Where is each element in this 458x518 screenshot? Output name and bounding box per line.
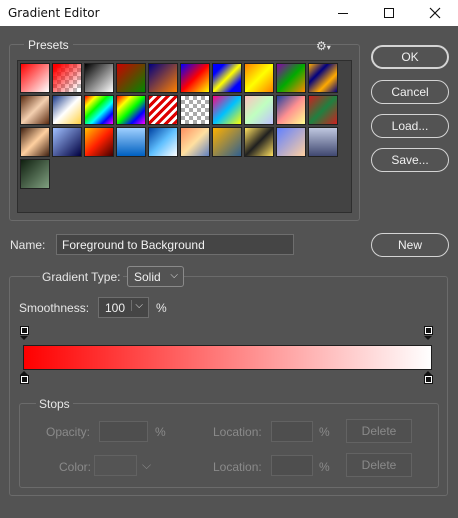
preset-swatch[interactable] — [244, 127, 274, 157]
smoothness-value: 100 — [105, 301, 126, 315]
opacity-stop-swatch — [22, 328, 27, 333]
preset-swatch[interactable] — [308, 95, 338, 125]
opacity-stop-pointer — [20, 336, 28, 340]
chevron-down-icon[interactable]: ⌵ — [142, 458, 151, 473]
gradient-preview-bar[interactable] — [23, 345, 432, 370]
preset-swatch[interactable] — [20, 159, 50, 189]
preset-swatch[interactable] — [84, 127, 114, 157]
smoothness-label: Smoothness: — [19, 301, 90, 315]
new-button[interactable]: New — [371, 233, 449, 257]
opacity-stop-swatch — [426, 328, 431, 333]
color-label: Color: — [59, 460, 92, 474]
gradient-type-select[interactable]: Solid ⌵ — [127, 266, 184, 287]
opacity-unit: % — [155, 425, 166, 439]
preset-swatch[interactable] — [20, 63, 50, 93]
preset-swatch[interactable] — [276, 63, 306, 93]
opacity-stop-right[interactable] — [424, 326, 433, 335]
color-location-input[interactable] — [271, 455, 313, 476]
maximize-button[interactable] — [366, 0, 412, 26]
opacity-location-input[interactable] — [271, 421, 313, 442]
presets-label: Presets — [24, 38, 73, 52]
ok-button[interactable]: OK — [371, 45, 449, 69]
preset-swatch[interactable] — [244, 95, 274, 125]
opacity-stop-pointer — [424, 336, 432, 340]
gradient-type-label: Gradient Type: — [40, 270, 123, 284]
opacity-label: Opacity: — [46, 425, 91, 439]
preset-swatch[interactable] — [308, 127, 338, 157]
preset-swatch[interactable] — [116, 63, 146, 93]
color-stop-swatch — [426, 377, 431, 382]
minimize-icon — [338, 12, 348, 14]
opacity-input[interactable] — [99, 421, 148, 442]
smoothness-input[interactable]: 100 ⌵ — [98, 297, 149, 318]
preset-swatch[interactable] — [244, 63, 274, 93]
chevron-down-icon[interactable]: ⌵ — [131, 300, 143, 311]
title-bar: Gradient Editor — [0, 0, 458, 26]
preset-swatch[interactable] — [180, 63, 210, 93]
smoothness-unit: % — [156, 301, 167, 315]
preset-swatch[interactable] — [180, 127, 210, 157]
preset-swatch[interactable] — [20, 95, 50, 125]
opacity-location-label: Location: — [213, 425, 262, 439]
name-label: Name: — [10, 238, 46, 252]
preset-swatch[interactable] — [212, 127, 242, 157]
save-button[interactable]: Save... — [371, 148, 449, 172]
preset-swatch[interactable] — [52, 127, 82, 157]
preset-swatch[interactable] — [180, 95, 210, 125]
gear-icon[interactable]: ⚙▾ — [316, 39, 331, 53]
preset-swatch[interactable] — [116, 95, 146, 125]
opacity-location-unit: % — [319, 425, 330, 439]
preset-swatch[interactable] — [148, 95, 178, 125]
close-button[interactable] — [412, 0, 458, 26]
preset-swatch[interactable] — [20, 127, 50, 157]
preset-swatch[interactable] — [276, 95, 306, 125]
preset-swatch[interactable] — [212, 63, 242, 93]
color-stop-swatch — [22, 377, 27, 382]
load-button[interactable]: Load... — [371, 114, 449, 138]
window-title: Gradient Editor — [8, 6, 100, 20]
cancel-button[interactable]: Cancel — [371, 80, 449, 104]
color-stop-right[interactable] — [424, 375, 433, 384]
preset-swatch[interactable] — [308, 63, 338, 93]
color-location-unit: % — [319, 460, 330, 474]
opacity-delete-button[interactable]: Delete — [346, 419, 412, 443]
chevron-down-icon: ⌵ — [170, 270, 178, 281]
preset-swatch[interactable] — [84, 63, 114, 93]
preset-swatch[interactable] — [212, 95, 242, 125]
preset-swatch[interactable] — [52, 95, 82, 125]
close-icon — [429, 7, 441, 19]
preset-swatch[interactable] — [84, 95, 114, 125]
presets-swatch-area — [17, 60, 352, 213]
color-location-label: Location: — [213, 460, 262, 474]
preset-swatch[interactable] — [52, 63, 82, 93]
name-input[interactable] — [56, 234, 294, 255]
preset-swatch[interactable] — [148, 63, 178, 93]
minimize-button[interactable] — [320, 0, 366, 26]
preset-swatch[interactable] — [148, 127, 178, 157]
color-stop-left[interactable] — [20, 375, 29, 384]
color-delete-button[interactable]: Delete — [346, 453, 412, 477]
stops-label: Stops — [36, 397, 73, 411]
preset-swatch[interactable] — [276, 127, 306, 157]
color-swatch-input[interactable] — [94, 455, 137, 476]
gradient-type-value: Solid — [134, 270, 161, 284]
maximize-icon — [384, 8, 394, 18]
preset-swatch[interactable] — [116, 127, 146, 157]
opacity-stop-left[interactable] — [20, 326, 29, 335]
